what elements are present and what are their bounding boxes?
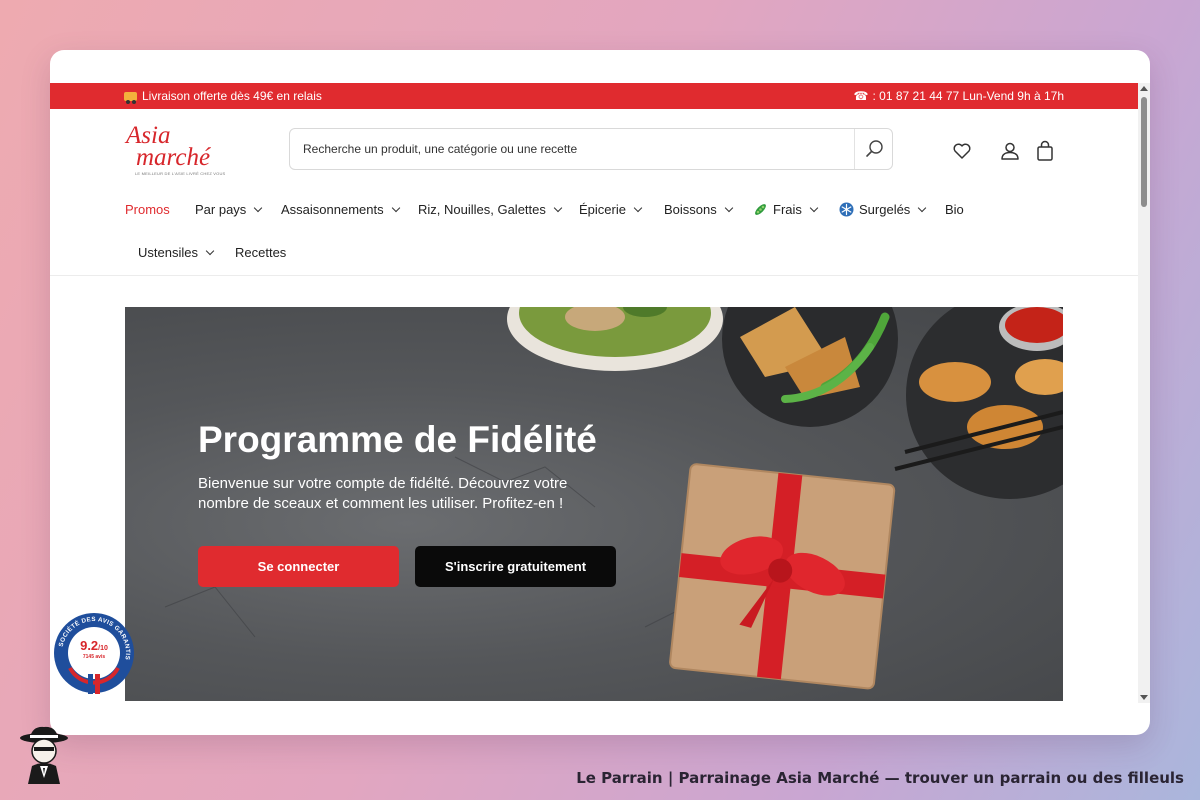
chevron-down-icon: [553, 203, 563, 213]
cart-icon: [1037, 140, 1053, 161]
badge-scale: /10: [98, 645, 108, 652]
logo-tagline: LE MEILLEUR DE L'ASIE LIVRÉ CHEZ VOUS: [135, 171, 226, 176]
le-parrain-mascot-icon: [20, 726, 68, 784]
nav-item-par-pays[interactable]: Par pays: [195, 202, 263, 217]
nav-label: Bio: [945, 202, 964, 217]
search-input[interactable]: [290, 129, 855, 169]
nav-item-recettes[interactable]: Recettes: [235, 245, 286, 260]
nav-label: Promos: [125, 202, 170, 217]
chevron-down-icon: [254, 203, 263, 213]
nav-item-epicerie[interactable]: Épicerie: [579, 202, 643, 217]
hero-description: Bienvenue sur votre compte de fidélté. D…: [198, 475, 568, 512]
page-scrollbar[interactable]: [1138, 83, 1150, 703]
chevron-down-icon: [724, 203, 733, 213]
nav-label: Ustensiles: [138, 245, 198, 260]
nav-item-assaisonnements[interactable]: Assaisonnements: [281, 202, 400, 217]
chevron-down-icon: [391, 203, 400, 213]
delivery-text: Livraison offerte dès 49€ en relais: [142, 89, 322, 103]
browser-window: Livraison offerte dès 49€ en relais ☎ : …: [50, 50, 1150, 735]
wishlist-button[interactable]: [951, 140, 973, 162]
announcement-bar: Livraison offerte dès 49€ en relais ☎ : …: [50, 83, 1138, 109]
scroll-down-icon[interactable]: [1140, 695, 1148, 700]
nav-label: Frais: [773, 202, 802, 217]
logo-line-2: marché: [136, 144, 211, 171]
header-divider: [50, 275, 1138, 276]
badge-score-row: 9.2/10: [51, 639, 137, 655]
nav-label: Par pays: [195, 202, 247, 217]
login-button[interactable]: Se connecter: [198, 546, 399, 587]
delivery-info: Livraison offerte dès 49€ en relais: [124, 89, 322, 104]
pea-pod-icon: [755, 204, 766, 215]
nav-label: Épicerie: [579, 202, 626, 217]
nav-label: Assaisonnements: [281, 202, 384, 217]
chevron-down-icon: [633, 203, 643, 213]
nav-item-bio[interactable]: Bio: [945, 202, 964, 217]
scroll-up-icon[interactable]: [1140, 86, 1148, 91]
search-bar: [289, 128, 893, 170]
nav-item-riz-nouilles[interactable]: Riz, Nouilles, Galettes: [418, 202, 563, 217]
nav-label: Riz, Nouilles, Galettes: [418, 202, 546, 217]
snowflake-icon: [839, 202, 854, 217]
nav-item-surgeles[interactable]: Surgelés: [839, 202, 927, 217]
nav-item-promos[interactable]: Promos: [125, 202, 170, 217]
nav-label: Recettes: [235, 245, 287, 260]
contact-info[interactable]: ☎ : 01 87 21 44 77 Lun-Vend 9h à 17h: [854, 89, 1064, 103]
signup-button[interactable]: S'inscrire gratuitement: [415, 546, 616, 587]
badge-score: 9.2: [80, 638, 99, 653]
site-logo[interactable]: Asia marché LE MEILLEUR DE L'ASIE LIVRÉ …: [126, 123, 226, 176]
page-caption: Le Parrain | Parrainage Asia Marché — tr…: [576, 769, 1184, 787]
phone-icon: ☎: [853, 89, 869, 103]
nav-label: Boissons: [664, 202, 717, 217]
reviews-badge[interactable]: SOCIÉTÉ DES AVIS GARANTIS 9.2/10 7145 av…: [51, 610, 137, 696]
search-icon: [866, 140, 883, 157]
nav-item-boissons[interactable]: Boissons: [664, 202, 733, 217]
nav-item-frais[interactable]: Frais: [753, 202, 819, 217]
loyalty-hero-banner: Programme de Fidélité Bienvenue sur votr…: [125, 307, 1063, 701]
delivery-truck-icon: [124, 91, 137, 104]
scrollbar-thumb[interactable]: [1141, 97, 1147, 207]
contact-text: : 01 87 21 44 77 Lun-Vend 9h à 17h: [872, 89, 1064, 103]
chevron-down-icon: [918, 203, 927, 213]
chevron-down-icon: [205, 246, 215, 256]
search-button[interactable]: [854, 129, 892, 169]
cart-button[interactable]: [1034, 140, 1056, 162]
account-button[interactable]: [999, 140, 1021, 162]
heart-icon: [953, 143, 971, 159]
nav-item-ustensiles[interactable]: Ustensiles: [138, 245, 215, 260]
hero-title: Programme de Fidélité: [198, 419, 597, 460]
account-icon: [1001, 142, 1019, 160]
nav-label: Surgelés: [859, 202, 911, 217]
badge-count: 7145 avis: [82, 654, 106, 660]
chevron-down-icon: [809, 203, 819, 213]
